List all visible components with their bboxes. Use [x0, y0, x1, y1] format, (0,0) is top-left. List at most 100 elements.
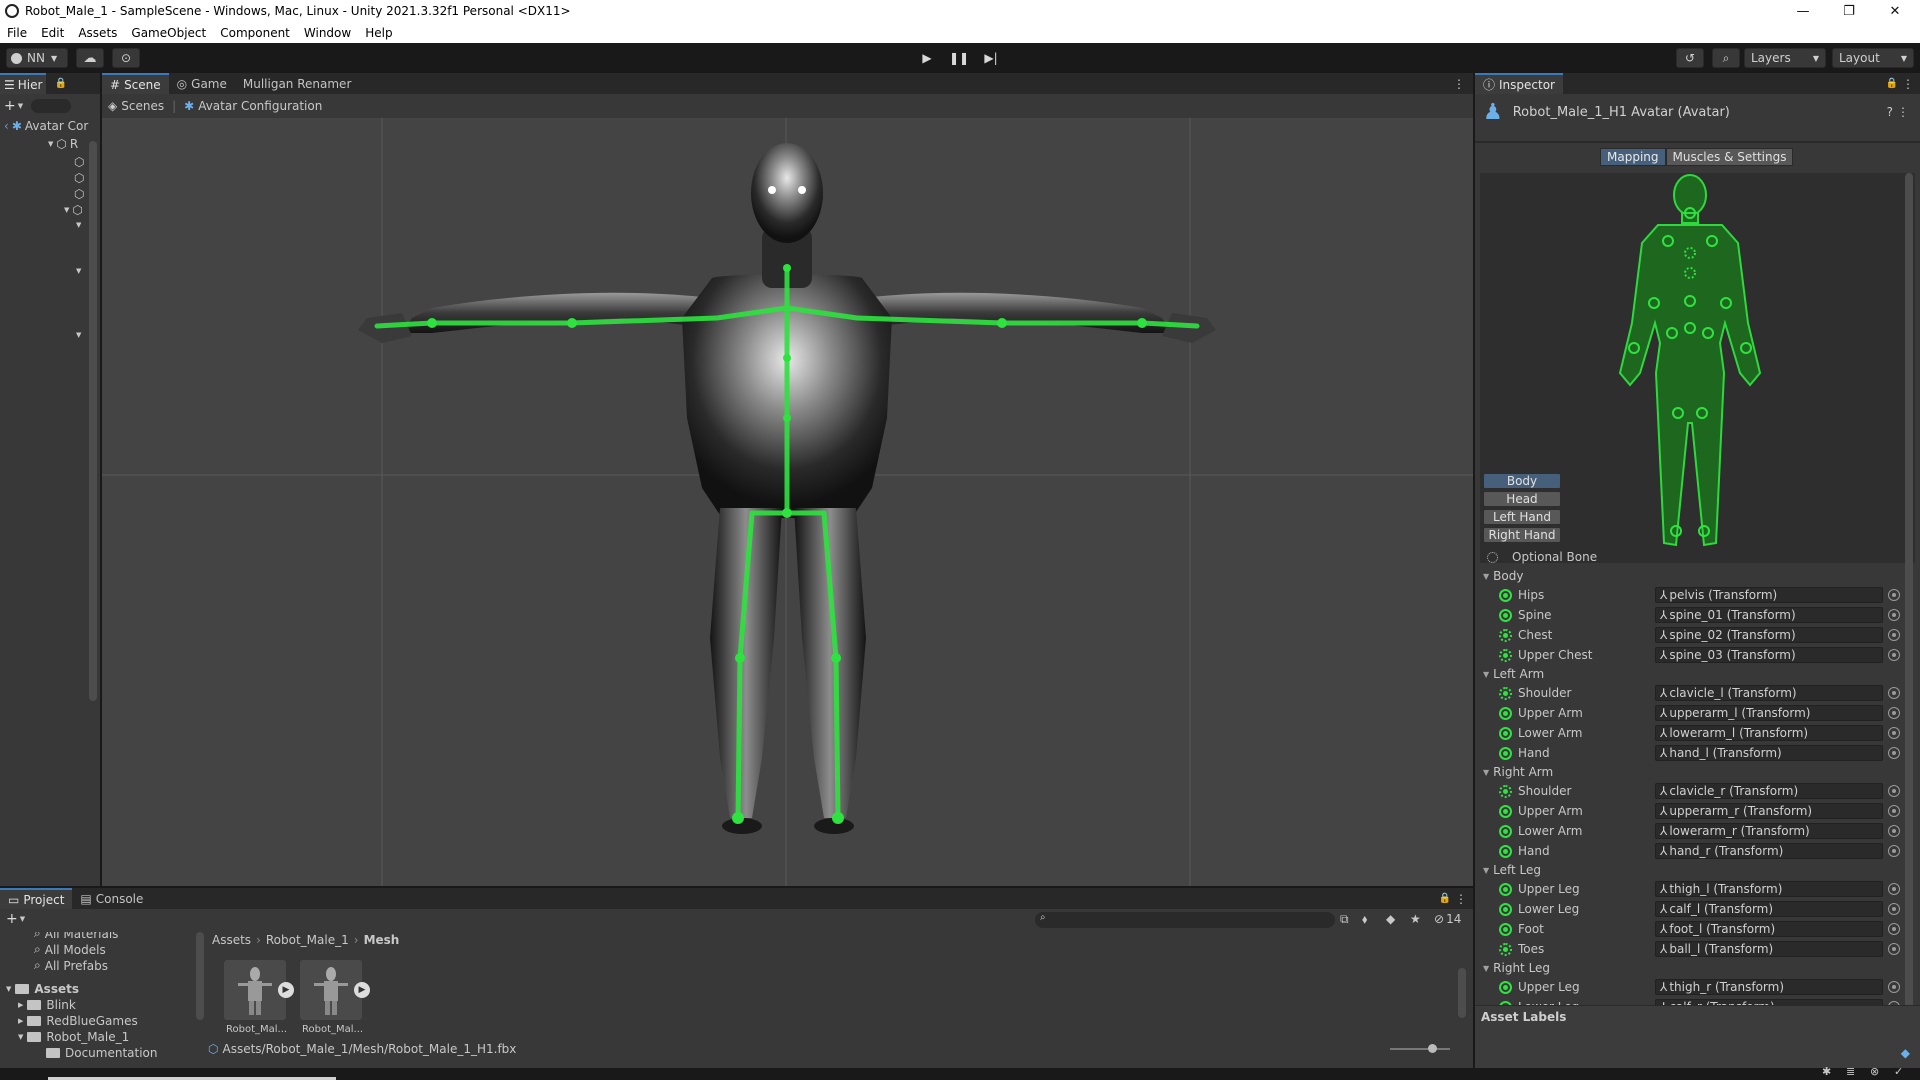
project-search-input[interactable]: ⌕	[1035, 912, 1335, 928]
bug-icon[interactable]: ✱	[1822, 1065, 1831, 1078]
cube-icon[interactable]: ⬡	[74, 171, 84, 185]
object-picker-icon[interactable]	[1888, 825, 1900, 837]
object-picker-icon[interactable]	[1888, 649, 1900, 661]
object-picker-icon[interactable]	[1888, 883, 1900, 895]
bone-field-right-hand[interactable]: ⅄ hand_r (Transform)	[1655, 843, 1883, 859]
expand-asset-button[interactable]: ▶	[278, 982, 294, 998]
bone-field-left-shoulder[interactable]: ⅄ clavicle_l (Transform)	[1655, 685, 1883, 701]
bone-field-left-foot[interactable]: ⅄ foot_l (Transform)	[1655, 921, 1883, 937]
tab-hierarchy[interactable]: ☰ Hier	[0, 73, 47, 94]
object-picker-icon[interactable]	[1888, 727, 1900, 739]
object-picker-icon[interactable]	[1888, 707, 1900, 719]
tree-item-blink[interactable]: ▶ Blink	[18, 998, 76, 1012]
breadcrumb-assets[interactable]: Assets	[212, 933, 251, 947]
object-picker-icon[interactable]	[1888, 687, 1900, 699]
tab-game[interactable]: ◎ Game	[169, 73, 235, 94]
help-icon[interactable]: ?	[1887, 105, 1893, 119]
more-options-icon[interactable]: ⋮	[1902, 77, 1914, 91]
cloud-button[interactable]: ☁	[76, 48, 104, 68]
hierarchy-search-input[interactable]	[31, 99, 72, 113]
menu-gameobject[interactable]: GameObject	[124, 26, 213, 40]
bone-field-spine[interactable]: ⅄ spine_01 (Transform)	[1655, 607, 1883, 623]
breadcrumb-robot-male-1[interactable]: Robot_Male_1	[266, 933, 349, 947]
favorite-item[interactable]: ⌕ All Models	[34, 942, 106, 957]
section-body[interactable]: Body	[1483, 567, 1523, 585]
scene-viewport[interactable]	[102, 118, 1473, 886]
chevron-down-icon[interactable]: ▼	[76, 331, 81, 339]
add-icon[interactable]: +	[6, 911, 18, 927]
tab-scene[interactable]: # Scene	[102, 73, 169, 94]
favorite-item[interactable]: ⌕ All Materials	[34, 932, 118, 941]
layout-dropdown[interactable]: Layout ▼	[1832, 48, 1914, 68]
bone-field-right-upper-arm[interactable]: ⅄ upperarm_r (Transform)	[1655, 803, 1883, 819]
more-options-icon[interactable]: ⋮	[1455, 892, 1467, 906]
section-right-leg[interactable]: Right Leg	[1483, 959, 1550, 977]
object-picker-icon[interactable]	[1888, 747, 1900, 759]
maximize-button[interactable]: ❐	[1826, 0, 1872, 22]
object-picker-icon[interactable]	[1888, 589, 1900, 601]
lock-icon[interactable]: 🔒	[1886, 78, 1898, 89]
cube-icon[interactable]: ⬡	[74, 155, 84, 169]
close-button[interactable]: ✕	[1872, 0, 1918, 22]
asset-thumbnail[interactable]	[300, 960, 362, 1020]
favorite-item[interactable]: ⌕ All Prefabs	[34, 958, 108, 973]
hierarchy-root[interactable]: ‹ ✱ Avatar Cor	[4, 117, 100, 135]
menu-file[interactable]: File	[0, 26, 34, 40]
pause-button[interactable]: ❚❚	[945, 47, 973, 69]
cube-icon[interactable]: ⬡	[74, 187, 84, 201]
minimize-button[interactable]: —	[1780, 0, 1826, 22]
part-right-hand-button[interactable]: Right Hand	[1483, 527, 1561, 543]
bone-field-left-upper-arm[interactable]: ⅄ upperarm_l (Transform)	[1655, 705, 1883, 721]
bone-field-left-upper-leg[interactable]: ⅄ thigh_l (Transform)	[1655, 881, 1883, 897]
part-head-button[interactable]: Head	[1483, 491, 1561, 507]
menu-edit[interactable]: Edit	[34, 26, 71, 40]
menu-help[interactable]: Help	[358, 26, 399, 40]
object-picker-icon[interactable]	[1888, 903, 1900, 915]
bone-field-hips[interactable]: ⅄ pelvis (Transform)	[1655, 587, 1883, 603]
more-options-icon[interactable]: ⋮	[1897, 105, 1909, 119]
filter-label-icon[interactable]: ⬧	[1362, 912, 1367, 927]
slider-handle[interactable]	[1428, 1044, 1437, 1053]
object-picker-icon[interactable]	[1888, 981, 1900, 993]
filter-type-icon[interactable]: ⧉	[1340, 912, 1349, 927]
tag-icon[interactable]: ◆	[1901, 1046, 1910, 1060]
more-options-icon[interactable]: ⋮	[1453, 77, 1465, 91]
object-picker-icon[interactable]	[1888, 785, 1900, 797]
breadcrumb-mesh[interactable]: Mesh	[364, 933, 400, 947]
bone-field-left-hand[interactable]: ⅄ hand_l (Transform)	[1655, 745, 1883, 761]
tab-project[interactable]: ▭ Project	[0, 888, 73, 909]
lock-icon[interactable]: 🔒	[54, 78, 66, 89]
thumbnail-size-slider[interactable]	[1390, 1044, 1450, 1053]
section-left-arm[interactable]: Left Arm	[1483, 665, 1544, 683]
mapping-tab[interactable]: Mapping	[1600, 148, 1666, 166]
chevron-down-icon[interactable]: ▼	[76, 221, 81, 229]
bone-field-chest[interactable]: ⅄ spine_02 (Transform)	[1655, 627, 1883, 643]
asset-thumbnail[interactable]	[224, 960, 286, 1020]
bone-field-left-lower-arm[interactable]: ⅄ lowerarm_l (Transform)	[1655, 725, 1883, 741]
bone-field-left-lower-leg[interactable]: ⅄ calf_l (Transform)	[1655, 901, 1883, 917]
lock-icon[interactable]: 🔒	[1439, 893, 1451, 904]
object-picker-icon[interactable]	[1888, 923, 1900, 935]
account-dropdown[interactable]: NN ▼	[6, 48, 68, 68]
object-picker-icon[interactable]	[1888, 943, 1900, 955]
object-picker-icon[interactable]	[1888, 805, 1900, 817]
chevron-down-icon[interactable]: ▼	[18, 102, 23, 110]
tag-icon[interactable]: ◆	[1386, 912, 1395, 926]
part-left-hand-button[interactable]: Left Hand	[1483, 509, 1561, 525]
section-left-leg[interactable]: Left Leg	[1483, 861, 1541, 879]
history-button[interactable]: ↺	[1676, 48, 1704, 68]
tree-item-assets[interactable]: ▼ Assets	[6, 982, 79, 996]
tree-item-robot-male-1[interactable]: ▼ Robot_Male_1	[18, 1030, 129, 1044]
bone-field-upper-chest[interactable]: ⅄ spine_03 (Transform)	[1655, 647, 1883, 663]
bone-field-right-lower-arm[interactable]: ⅄ lowerarm_r (Transform)	[1655, 823, 1883, 839]
tree-item-redbluegames[interactable]: ▶ RedBlueGames	[18, 1014, 138, 1028]
search-button[interactable]: ⌕	[1712, 48, 1740, 68]
hierarchy-item[interactable]: ▼ ⬡ R	[48, 136, 78, 152]
menu-assets[interactable]: Assets	[71, 26, 124, 40]
collab-button[interactable]: ⊙	[112, 48, 140, 68]
menu-component[interactable]: Component	[213, 26, 297, 40]
hidden-packages-toggle[interactable]: ⊘ 14	[1434, 912, 1461, 926]
expand-asset-button[interactable]: ▶	[354, 982, 370, 998]
bone-field-right-shoulder[interactable]: ⅄ clavicle_r (Transform)	[1655, 783, 1883, 799]
inspector-scrollbar[interactable]	[1905, 173, 1913, 1073]
